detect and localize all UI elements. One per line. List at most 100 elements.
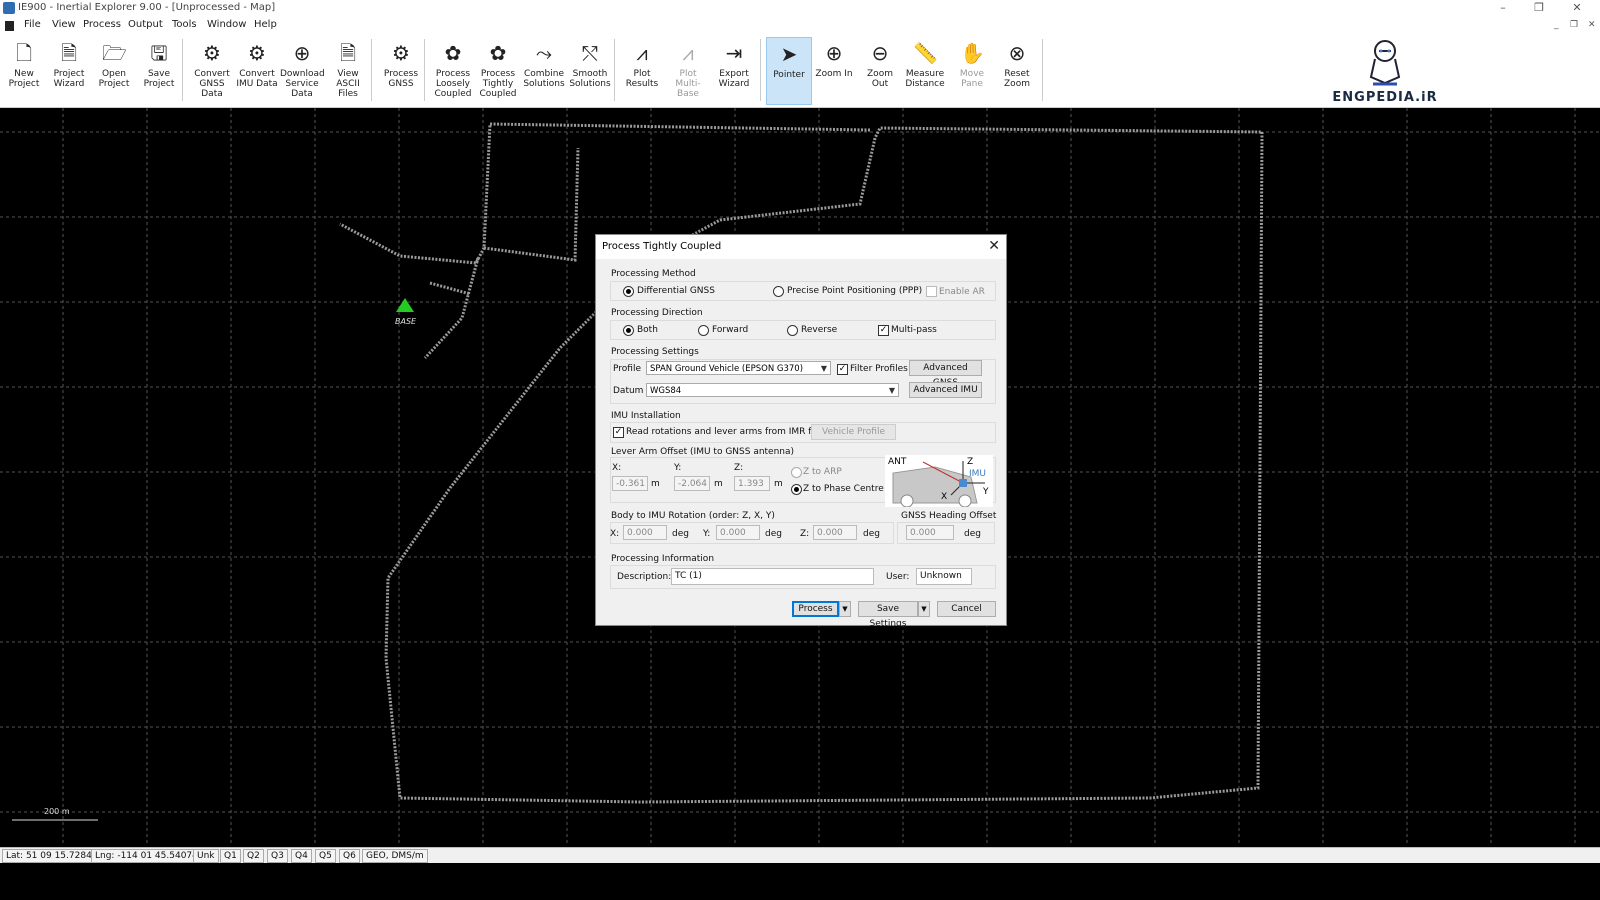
smooth-button[interactable]: ⤲ Smooth Solutions [568,37,612,103]
filter-profiles-checkbox[interactable]: ✓ [837,364,848,375]
toolbar-button-label: New Project [8,69,40,89]
direction-reverse-radio[interactable] [787,325,798,336]
plot-button[interactable]: ⩘ Plot Results [620,37,664,103]
rotation-x-input[interactable]: 0.000 [623,525,667,540]
description-label: Description: [617,572,672,582]
advanced-imu-button[interactable]: Advanced IMU [909,382,982,398]
export-button[interactable]: ⇥ Export Wizard [712,37,756,103]
ppp-radio[interactable] [773,286,784,297]
rotation-z-input[interactable]: 0.000 [813,525,857,540]
window-title: IE900 - Inertial Explorer 9.00 - [Unproc… [18,2,276,13]
view-file-button[interactable]: 🗎 View ASCII Files [326,37,370,103]
process-button[interactable]: Process [792,601,839,617]
chevron-down-icon: ▼ [888,386,895,395]
download-icon: ⊕ [293,41,311,65]
zoom-out-button[interactable]: ⊖ Zoom Out [858,37,902,103]
mdi-close-button[interactable]: ✕ [1588,20,1596,30]
multi-pass-checkbox[interactable]: ✓ [878,325,889,336]
lever-y-input[interactable]: -2.064 [674,476,710,491]
profile-select[interactable]: SPAN Ground Vehicle (EPSON G370) ▼ [646,361,831,375]
combine-button[interactable]: ⤳ Combine Solutions [522,37,566,103]
cancel-button[interactable]: Cancel [937,601,996,617]
toolbar-button-label: Export Wizard [718,69,750,89]
profile-value: SPAN Ground Vehicle (EPSON G370) [650,364,804,374]
menu-file[interactable]: File [24,19,41,30]
rotation-y-input[interactable]: 0.000 [716,525,760,540]
zoom-in-button[interactable]: ⊕ Zoom In [812,37,856,103]
advanced-gnss-button[interactable]: Advanced GNSS [909,360,982,388]
enable-ar-label: Enable AR [939,287,985,297]
convert-imu-button[interactable]: ⚙ Convert IMU Data [235,37,279,103]
status-unknown: Unk [193,849,219,863]
toolbar-button-label: Zoom In [815,69,853,79]
read-imr-checkbox[interactable]: ✓ [613,427,624,438]
plot-multibase-icon: ⩘ [682,41,694,65]
reset-zoom-icon: ⊗ [1008,41,1026,65]
document-icon[interactable] [5,21,14,31]
lever-y-unit: m [714,479,723,489]
dialog-title-bar: Process Tightly Coupled ✕ [596,235,1006,259]
pointer-button[interactable]: ➤ Pointer [766,37,812,105]
differential-gnss-radio[interactable] [623,286,634,297]
read-imr-label: Read rotations and lever arms from IMR f… [626,427,822,437]
vehicle-profile-button[interactable]: Vehicle Profile [811,424,896,440]
folder-open-icon: 🗁 [102,41,127,65]
gnss-heading-group: 0.000 deg [897,522,995,544]
direction-both-radio[interactable] [623,325,634,336]
dialog-close-icon[interactable]: ✕ [988,238,1000,254]
toolbar-button-label: Combine Solutions [523,69,565,89]
ppp-label: Precise Point Positioning (PPP) [787,286,923,296]
save-settings-button[interactable]: Save Settings [858,601,918,629]
restore-button[interactable]: ❐ [1524,0,1554,16]
menu-window[interactable]: Window [207,19,246,30]
hand-icon: ✋ [960,41,985,65]
z-to-phase-centre-radio[interactable] [791,484,802,495]
process-dropdown-icon[interactable]: ▼ [839,601,851,617]
logo-text: ENGPEDIA.iR [1332,90,1438,105]
project-wizard-button[interactable]: 🗎 Project Wizard [47,37,91,103]
status-q5: Q5 [315,849,336,863]
mdi-restore-button[interactable]: ❐ [1570,20,1578,30]
convert-gnss-button[interactable]: ⚙ Convert GNSS Data [190,37,234,103]
process-lc-button[interactable]: ✿ Process Loosely Coupled [431,37,475,103]
minimize-button[interactable]: – [1488,0,1518,16]
process-lc-icon: ✿ [444,41,462,65]
plot-multibase-button[interactable]: ⩘ Plot Multi-Base [666,37,710,103]
direction-forward-radio[interactable] [698,325,709,336]
new-project-button[interactable]: 🗋 New Project [2,37,46,103]
reset-zoom-button[interactable]: ⊗ Reset Zoom [995,37,1039,103]
measure-icon: 📏 [913,41,938,65]
measure-button[interactable]: 📏 Measure Distance [903,37,947,103]
heading-offset-unit: deg [964,529,981,539]
description-input[interactable]: TC (1) [671,568,874,585]
datum-select[interactable]: WGS84 ▼ [646,383,899,397]
folder-open-button[interactable]: 🗁 Open Project [92,37,136,103]
menu-process[interactable]: Process [83,19,121,30]
heading-offset-input[interactable]: 0.000 [906,525,954,540]
process-gnss-button[interactable]: ⚙ Process GNSS [379,37,423,103]
toolbar-button-label: Process GNSS [383,69,419,89]
process-tc-button[interactable]: ✿ Process Tightly Coupled [476,37,520,103]
lever-z-label: Z: [734,463,744,473]
status-q2: Q2 [243,849,264,863]
processing-settings-label: Processing Settings [611,347,699,357]
save-settings-dropdown-icon[interactable]: ▼ [918,601,930,617]
lever-z-input[interactable]: 1.393 [734,476,770,491]
close-window-button[interactable]: ✕ [1562,0,1592,16]
menu-help[interactable]: Help [254,19,277,30]
enable-ar-checkbox[interactable] [926,286,937,297]
menu-tools[interactable]: Tools [172,19,197,30]
lever-x-input[interactable]: -0.361 [612,476,648,491]
menu-view[interactable]: View [52,19,76,30]
user-input[interactable]: Unknown [916,568,972,585]
hand-button[interactable]: ✋ Move Pane [950,37,994,103]
status-q3: Q3 [267,849,288,863]
mdi-minimize-button[interactable]: _ [1554,20,1559,30]
z-to-arp-radio[interactable] [791,467,802,478]
plot-icon: ⩘ [636,41,648,65]
download-button[interactable]: ⊕ Download Service Data [280,37,325,103]
toolbar-button-label: Move Pane [959,69,985,89]
menu-output[interactable]: Output [128,19,163,30]
zoom-in-icon: ⊕ [825,41,843,65]
save-button[interactable]: 🖫 Save Project [137,37,181,103]
